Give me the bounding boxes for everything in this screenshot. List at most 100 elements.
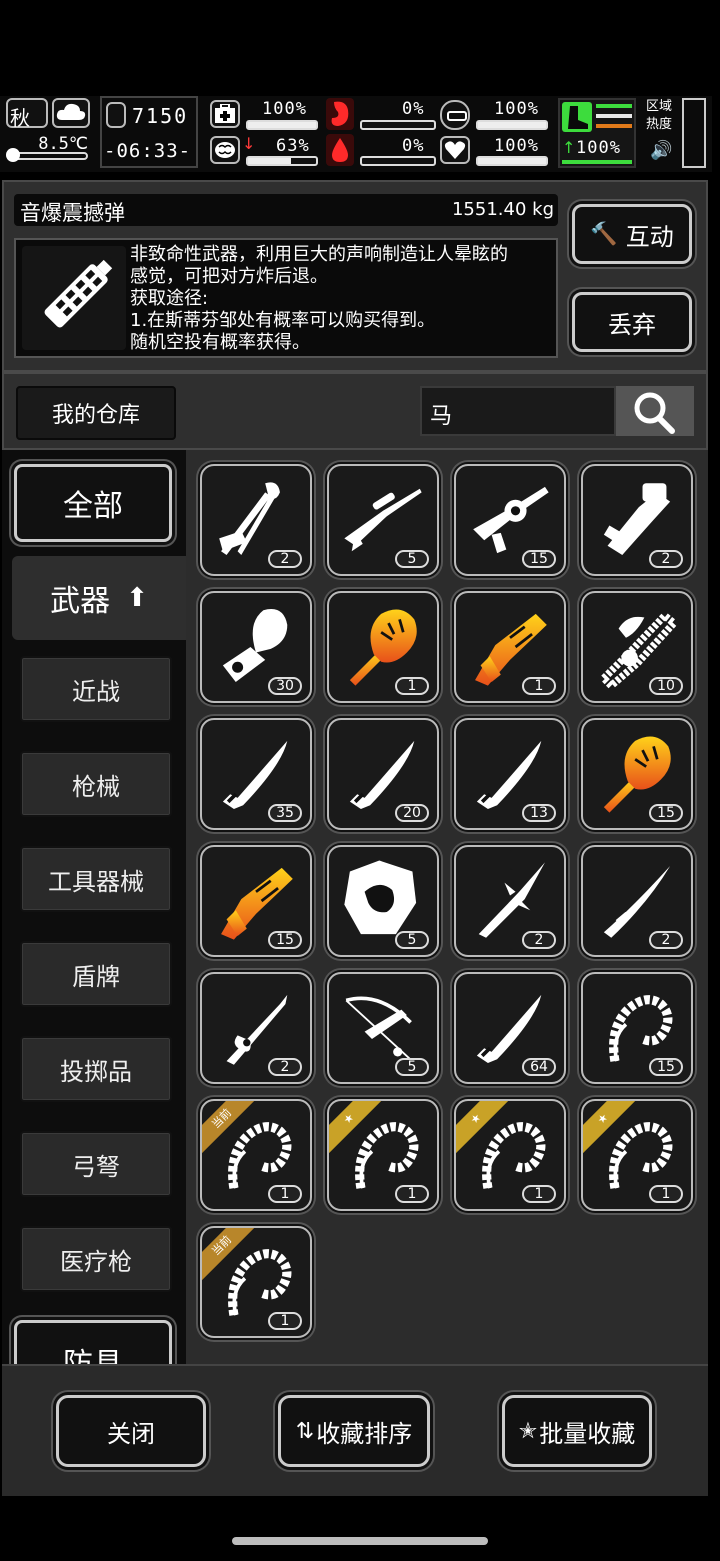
item-slot[interactable]: 15 xyxy=(581,718,693,830)
category-all-label: 全部 xyxy=(63,489,123,524)
item-slot[interactable]: ★ 1 xyxy=(327,1099,439,1211)
sort-favorites-button[interactable]: ⇅ 收藏排序 xyxy=(278,1395,430,1467)
hammer-hand-icon: 🔨 xyxy=(590,221,618,247)
batch-favorite-button[interactable]: ✭ 批量收藏 xyxy=(502,1395,652,1467)
item-slot[interactable]: 1 xyxy=(327,591,439,703)
item-slot[interactable]: 2 xyxy=(581,845,693,957)
item-description: 非致命性武器，利用巨大的声响制造让人晕眩的 感觉，可把对方炸后退。 获取途径: … xyxy=(130,244,554,354)
clock-time: -06:33- xyxy=(104,140,192,162)
item-slot[interactable]: 5 xyxy=(327,464,439,576)
description-line: 感觉，可把对方炸后退。 xyxy=(130,266,328,287)
item-count-badge: 13 xyxy=(522,804,556,822)
search-input[interactable]: 马 xyxy=(420,386,616,436)
item-slot[interactable]: ★ 1 xyxy=(454,1099,566,1211)
item-count-badge: 1 xyxy=(649,1185,683,1203)
boot-icon xyxy=(562,102,592,132)
item-slot[interactable]: 30 xyxy=(200,591,312,703)
heart-bar-fill xyxy=(478,158,546,164)
close-label: 关闭 xyxy=(107,1419,155,1448)
category-armor-label: 防具 xyxy=(63,1339,123,1364)
item-slot[interactable]: 2 xyxy=(581,464,693,576)
category-tools[interactable]: 工具器械 xyxy=(20,846,172,912)
armor-percent: 100% xyxy=(494,99,539,119)
category-guns[interactable]: 枪械 xyxy=(20,751,172,817)
category-throwables[interactable]: 投掷品 xyxy=(20,1036,172,1102)
item-slot[interactable]: 15 xyxy=(581,972,693,1084)
brain-icon xyxy=(210,136,240,164)
season-badge: 秋 xyxy=(6,98,48,130)
category-all[interactable]: 全部 xyxy=(14,464,172,542)
search-icon xyxy=(634,392,675,434)
item-count-badge: 1 xyxy=(268,1185,302,1203)
stomach-icon xyxy=(326,98,354,130)
category-shields[interactable]: 盾牌 xyxy=(20,941,172,1007)
item-count-badge: 15 xyxy=(522,550,556,568)
thermometer-icon xyxy=(6,148,20,162)
health-percent: 100% xyxy=(262,99,307,119)
category-sidebar[interactable]: 全部 武器 ⬆ 近战 枪械 工具器械 盾牌 投掷品 弓弩 医疗枪 防具 xyxy=(2,450,186,1364)
item-slot[interactable]: 35 xyxy=(200,718,312,830)
category-tools-label: 工具器械 xyxy=(48,867,144,896)
category-throwables-label: 投掷品 xyxy=(60,1057,132,1086)
item-count-badge: 2 xyxy=(522,931,556,949)
category-weapons[interactable]: 武器 ⬆ xyxy=(12,556,186,640)
item-slot[interactable]: 5 xyxy=(327,845,439,957)
item-slot[interactable]: 5 xyxy=(327,972,439,1084)
item-slot[interactable]: 13 xyxy=(454,718,566,830)
item-slot[interactable]: 当前 1 xyxy=(200,1226,312,1338)
armor-bar-fill xyxy=(478,122,546,128)
item-slot[interactable]: 15 xyxy=(454,464,566,576)
discard-label: 丢弃 xyxy=(608,310,656,339)
home-indicator[interactable] xyxy=(232,1537,488,1545)
heart-bar xyxy=(476,156,548,166)
item-slot[interactable]: 2 xyxy=(200,972,312,1084)
interact-button[interactable]: 🔨 互动 xyxy=(572,204,692,264)
item-title-bar: 音爆震撼弹 1551.40 kg xyxy=(14,194,558,226)
category-armor[interactable]: 防具 xyxy=(14,1320,172,1364)
item-slot[interactable]: 10 xyxy=(581,591,693,703)
item-slot[interactable]: 2 xyxy=(200,464,312,576)
item-count-badge: 35 xyxy=(268,804,302,822)
stamina-percent: 100% xyxy=(576,138,621,158)
description-line: 非致命性武器，利用巨大的声响制造让人晕眩的 xyxy=(130,244,508,265)
category-bows[interactable]: 弓弩 xyxy=(20,1131,172,1197)
mental-down-arrow-icon: ↓ xyxy=(242,134,256,153)
item-grid[interactable]: 2 5 15 2 30 1 1 10 35 20 13 15 15 5 2 2 2 5 64 15 当前 1 ★ 1 ★ 1 ★ 1 当… xyxy=(186,450,708,1364)
item-slot[interactable]: 64 xyxy=(454,972,566,1084)
heart-icon xyxy=(440,136,470,164)
item-count-badge: 20 xyxy=(395,804,429,822)
item-slot[interactable]: 2 xyxy=(454,845,566,957)
category-bows-label: 弓弩 xyxy=(72,1152,120,1181)
cloud-icon xyxy=(52,98,90,128)
description-line: 随机空投有概率获得。 xyxy=(130,332,310,353)
zone-heat-label: 区域热度 xyxy=(646,99,673,132)
category-melee-label: 近战 xyxy=(72,677,120,706)
zone-heat-gauge xyxy=(682,98,706,168)
mental-bar-fill xyxy=(248,158,291,164)
discard-button[interactable]: 丢弃 xyxy=(572,292,692,352)
close-button[interactable]: 关闭 xyxy=(56,1395,206,1467)
item-count-badge: 2 xyxy=(649,550,683,568)
item-detail-panel: 音爆震撼弹 1551.40 kg 非致命性武器，利用巨大的声响制造让人晕眩的 感… xyxy=(2,180,708,372)
item-slot[interactable]: ★ 1 xyxy=(581,1099,693,1211)
item-slot[interactable]: 当前 1 xyxy=(200,1099,312,1211)
calendar-icon xyxy=(106,102,126,128)
swap-arrows-icon: ⇅ xyxy=(295,1418,315,1444)
my-warehouse-tab[interactable]: 我的仓库 xyxy=(16,386,176,440)
batch-favorite-label: 批量收藏 xyxy=(539,1419,636,1448)
item-count-badge: 2 xyxy=(268,550,302,568)
bleed-percent: 0% xyxy=(402,136,425,156)
item-slot[interactable]: 15 xyxy=(200,845,312,957)
hunger-bar xyxy=(360,120,436,130)
item-slot[interactable]: 1 xyxy=(454,591,566,703)
category-medical-guns[interactable]: 医疗枪 xyxy=(20,1226,172,1292)
item-count-badge: 5 xyxy=(395,1058,429,1076)
category-melee[interactable]: 近战 xyxy=(20,656,172,722)
category-shields-label: 盾牌 xyxy=(72,962,120,991)
search-button[interactable] xyxy=(616,386,694,436)
item-slot[interactable]: 20 xyxy=(327,718,439,830)
speaker-icon[interactable]: 🔊 xyxy=(650,140,672,161)
item-count-badge: 15 xyxy=(268,931,302,949)
description-line: 1.在斯蒂芬邹处有概率可以购买得到。 xyxy=(130,310,436,331)
health-bar xyxy=(246,120,318,130)
